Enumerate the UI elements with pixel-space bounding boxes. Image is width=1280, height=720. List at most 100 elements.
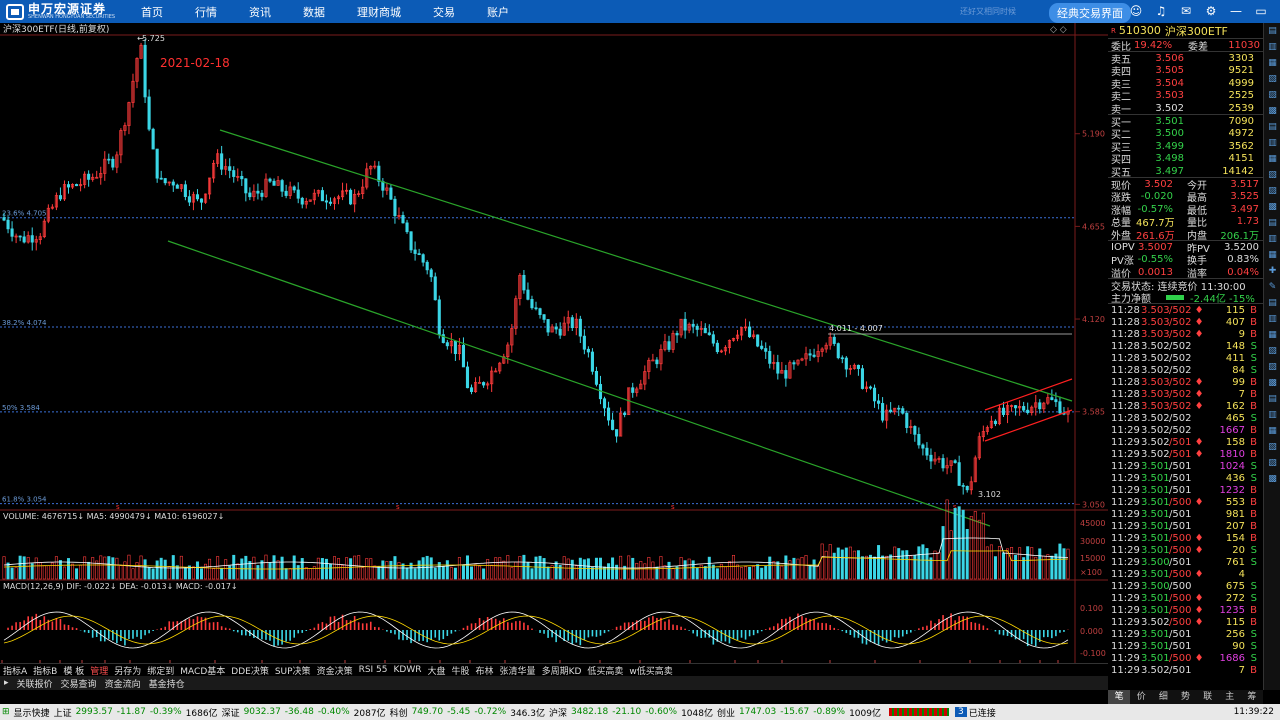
tool-icon[interactable]: ▦ <box>1264 327 1280 343</box>
nav-item[interactable]: 首页 <box>125 4 179 20</box>
quote-tab[interactable]: 价 <box>1130 690 1152 704</box>
tick-row[interactable]: 11:29 3.501/501 1024 S <box>1108 460 1263 472</box>
tool-icon[interactable]: ▦ <box>1264 55 1280 71</box>
tool-icon[interactable]: ▩ <box>1264 375 1280 391</box>
tick-row[interactable]: 11:28 3.503/502 ♦ 407 B <box>1108 316 1263 328</box>
tick-row[interactable]: 11:29 3.500/501 761 S <box>1108 556 1263 568</box>
tick-row[interactable]: 11:29 3.501/501 90 S <box>1108 640 1263 652</box>
tool-icon[interactable]: ▤ <box>1264 119 1280 135</box>
tick-row[interactable]: 11:29 3.500/500 675 S <box>1108 580 1263 592</box>
link-tab[interactable]: 交易查询 <box>57 677 101 690</box>
tick-row[interactable]: 11:29 3.501/501 436 S <box>1108 472 1263 484</box>
quote-tab[interactable]: 联 <box>1197 690 1219 704</box>
minimize-icon[interactable]: — <box>1228 3 1244 19</box>
quote-tab[interactable]: 筹 <box>1241 690 1263 704</box>
tick-row[interactable]: 11:29 3.502/501 ♦ 1810 B <box>1108 448 1263 460</box>
mail-icon[interactable]: ✉ <box>1178 3 1194 19</box>
tick-row[interactable]: 11:29 3.502/502 1667 B <box>1108 424 1263 436</box>
tool-icon[interactable]: ▩ <box>1264 103 1280 119</box>
tick-row[interactable]: 11:29 3.501/501 207 B <box>1108 520 1263 532</box>
tool-icon[interactable]: ▤ <box>1264 215 1280 231</box>
indicator-tab[interactable]: 另存为 <box>111 664 144 677</box>
tick-row[interactable]: 11:29 3.501/500 ♦ 553 B <box>1108 496 1263 508</box>
tool-icon[interactable]: ▥ <box>1264 39 1280 55</box>
tool-icon[interactable]: ▦ <box>1264 423 1280 439</box>
tick-row[interactable]: 11:28 3.502/502 84 S <box>1108 364 1263 376</box>
nav-item[interactable]: 数据 <box>287 4 341 20</box>
tick-row[interactable]: 11:29 3.501/501 256 S <box>1108 628 1263 640</box>
tool-icon[interactable]: ▦ <box>1264 247 1280 263</box>
tick-row[interactable]: 11:29 3.501/500 ♦ 1686 S <box>1108 652 1263 664</box>
tool-icon[interactable]: ▨ <box>1264 455 1280 471</box>
nav-item[interactable]: 交易 <box>417 4 471 20</box>
book-row[interactable]: 买五 3.497 14142 <box>1108 165 1263 179</box>
tick-row[interactable]: 11:28 3.502/502 411 S <box>1108 352 1263 364</box>
tool-icon[interactable]: ▧ <box>1264 343 1280 359</box>
tick-row[interactable]: 11:29 3.501/501 1232 B <box>1108 484 1263 496</box>
tick-row[interactable]: 11:28 3.503/502 ♦ 99 B <box>1108 376 1263 388</box>
tool-icon[interactable]: ▧ <box>1264 167 1280 183</box>
tick-row[interactable]: 11:29 3.502/501 7 B <box>1108 664 1263 676</box>
tick-row[interactable]: 11:29 3.501/500 ♦ 154 B <box>1108 532 1263 544</box>
indicator-tab[interactable]: RSI 55 <box>356 665 391 675</box>
tick-row[interactable]: 11:28 3.503/502 ♦ 115 B <box>1108 304 1263 316</box>
indicator-tab[interactable]: 资金决策 <box>314 664 356 677</box>
tick-row[interactable]: 11:29 3.501/501 981 B <box>1108 508 1263 520</box>
indicator-tab[interactable]: 大盘 <box>425 664 449 677</box>
tool-icon[interactable]: ▥ <box>1264 311 1280 327</box>
tool-icon[interactable]: ▥ <box>1264 135 1280 151</box>
tick-row[interactable]: 11:29 3.501/500 ♦ 4 <box>1108 568 1263 580</box>
tick-row[interactable]: 11:28 3.503/502 ♦ 9 B <box>1108 328 1263 340</box>
indicator-tab[interactable]: MACD基本 <box>177 664 228 677</box>
indicator-tab[interactable]: 牛股 <box>449 664 473 677</box>
indicator-tab[interactable]: 绑定到 <box>144 664 177 677</box>
indicator-tab[interactable]: 管理 <box>87 664 111 677</box>
kline-chart[interactable]: 沪深300ETF(日线,前复权) ◇ ◇ 23.6% 4.705 38.2% 4.07… <box>0 23 1108 663</box>
nav-item[interactable]: 账户 <box>471 4 525 20</box>
tool-icon[interactable]: ▥ <box>1264 407 1280 423</box>
tick-row[interactable]: 11:29 3.501/500 ♦ 272 S <box>1108 592 1263 604</box>
quote-tab[interactable]: 主 <box>1219 690 1241 704</box>
book-row[interactable]: 卖一 3.502 2539 <box>1108 102 1263 116</box>
tool-icon[interactable]: ▤ <box>1264 391 1280 407</box>
tool-icon[interactable]: ▤ <box>1264 295 1280 311</box>
link-tab[interactable]: 资金流向 <box>101 677 145 690</box>
tick-row[interactable]: 11:28 3.503/502 ♦ 7 B <box>1108 388 1263 400</box>
indicator-tab[interactable]: 模 板 <box>60 664 87 677</box>
nav-item[interactable]: 行情 <box>179 4 233 20</box>
tool-icon[interactable]: ✚ <box>1264 263 1280 279</box>
tick-row[interactable]: 11:29 3.502/500 ♦ 115 B <box>1108 616 1263 628</box>
indicator-tab[interactable]: KDWR <box>391 665 425 675</box>
nav-item[interactable]: 资讯 <box>233 4 287 20</box>
quote-tab[interactable]: 势 <box>1174 690 1196 704</box>
headset-icon[interactable]: ♫ <box>1153 3 1169 19</box>
tick-row[interactable]: 11:29 3.501/500 ♦ 20 S <box>1108 544 1263 556</box>
tool-icon[interactable]: ▧ <box>1264 71 1280 87</box>
tool-icon[interactable]: ▧ <box>1264 439 1280 455</box>
tool-icon[interactable]: ▨ <box>1264 183 1280 199</box>
link-tab[interactable]: 基金持仓 <box>145 677 189 690</box>
settings-icon[interactable]: ⚙ <box>1203 3 1219 19</box>
show-shortcuts[interactable]: 显示快捷 <box>12 706 52 719</box>
tick-row[interactable]: 11:28 3.503/502 ♦ 162 B <box>1108 400 1263 412</box>
indicator-tab[interactable]: 指标B <box>30 664 60 677</box>
quote-tab[interactable]: 细 <box>1152 690 1174 704</box>
tool-icon[interactable]: ▩ <box>1264 471 1280 487</box>
quote-tab[interactable]: 笔 <box>1108 690 1131 704</box>
indicator-tab[interactable]: DDE决策 <box>228 664 272 677</box>
link-tab[interactable]: 关联报价 <box>13 677 57 690</box>
tick-row[interactable]: 11:28 3.502/502 148 S <box>1108 340 1263 352</box>
classic-trade-button[interactable]: 经典交易界面 <box>1049 3 1131 23</box>
indicator-tab[interactable]: 指标A <box>0 664 30 677</box>
indicator-tab[interactable]: 布林 <box>473 664 497 677</box>
indicator-tab[interactable]: SUP决策 <box>272 664 314 677</box>
tick-list[interactable]: 11:28 3.503/502 ♦ 115 B 11:28 3.503/502 ♦ 407 B… <box>1108 303 1263 676</box>
tick-row[interactable]: 11:29 3.501/500 ♦ 1235 B <box>1108 604 1263 616</box>
nav-item[interactable]: 理财商城 <box>341 4 417 20</box>
tool-icon[interactable]: ▦ <box>1264 151 1280 167</box>
indicator-tab[interactable]: w低买高卖 <box>626 664 675 677</box>
indicator-tab[interactable]: 低买高卖 <box>584 664 626 677</box>
tick-row[interactable]: 11:29 3.502/501 ♦ 158 B <box>1108 436 1263 448</box>
tool-icon[interactable]: ▩ <box>1264 199 1280 215</box>
tool-icon[interactable]: ✎ <box>1264 279 1280 295</box>
